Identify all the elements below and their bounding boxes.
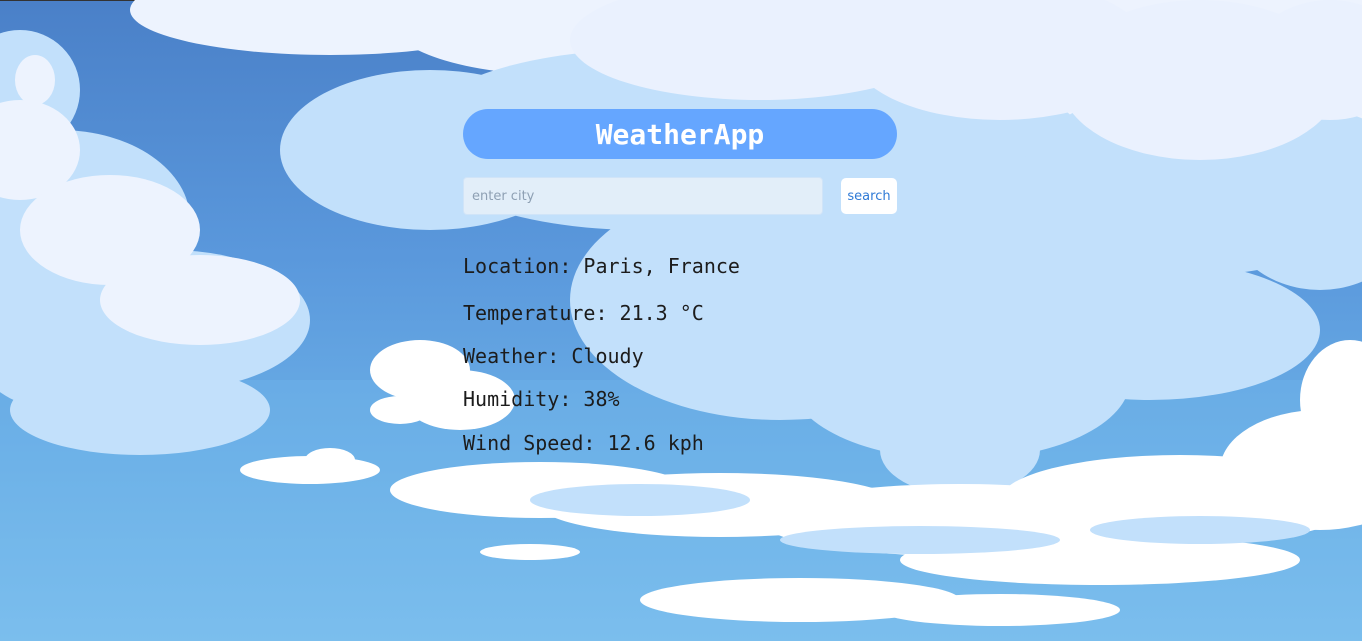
search-row: search [463, 177, 897, 215]
app-title: WeatherApp [595, 117, 765, 151]
weather-info: Location: Paris, France Temperature: 21.… [463, 254, 897, 461]
title-bar: WeatherApp [463, 109, 897, 159]
location-label: Location: [463, 254, 572, 278]
wind-speed-row: Wind Speed: 12.6 kph [463, 431, 897, 461]
humidity-value: 38% [583, 387, 620, 411]
condition-value: Cloudy [571, 344, 644, 368]
temperature-row: Temperature: 21.3 °C [463, 301, 897, 344]
humidity-label: Humidity: [463, 387, 572, 411]
humidity-row: Humidity: 38% [463, 387, 897, 431]
wind-speed-value: 12.6 kph [607, 431, 704, 455]
weather-app: WeatherApp search Location: Paris, Franc… [463, 109, 897, 461]
temperature-label: Temperature: [463, 301, 608, 325]
wind-speed-label: Wind Speed: [463, 431, 596, 455]
temperature-value: 21.3 °C [619, 301, 704, 325]
condition-row: Weather: Cloudy [463, 344, 897, 387]
search-button[interactable]: search [841, 178, 897, 214]
location-row: Location: Paris, France [463, 254, 897, 301]
location-value: Paris, France [583, 254, 740, 278]
condition-label: Weather: [463, 344, 560, 368]
city-search-input[interactable] [463, 177, 823, 215]
